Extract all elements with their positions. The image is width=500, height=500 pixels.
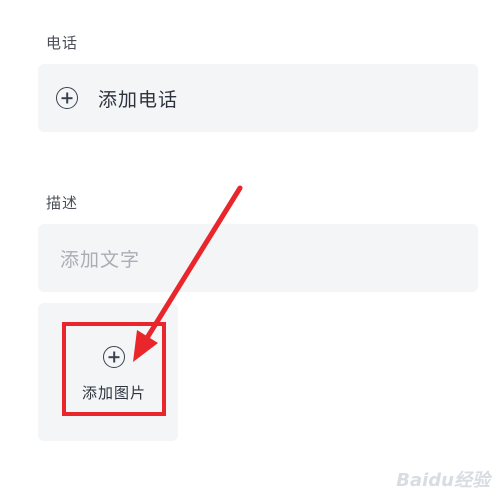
add-phone-button[interactable]: 添加电话	[38, 64, 478, 132]
watermark-logo: Baidu经验	[396, 470, 490, 491]
add-image-label: 添加图片	[81, 384, 146, 402]
form-page: 电话 添加电话 描述 添加文字 添加图片 Baidu经验	[0, 0, 500, 500]
description-placeholder: 添加文字	[60, 248, 141, 271]
add-phone-label: 添加电话	[98, 88, 179, 111]
plus-circle-icon	[103, 346, 125, 368]
description-section-label: 描述	[46, 194, 79, 212]
add-image-button[interactable]: 添加图片	[62, 322, 166, 416]
plus-circle-icon	[56, 87, 78, 109]
phone-section-label: 电话	[46, 34, 79, 52]
description-input[interactable]: 添加文字	[38, 224, 478, 292]
